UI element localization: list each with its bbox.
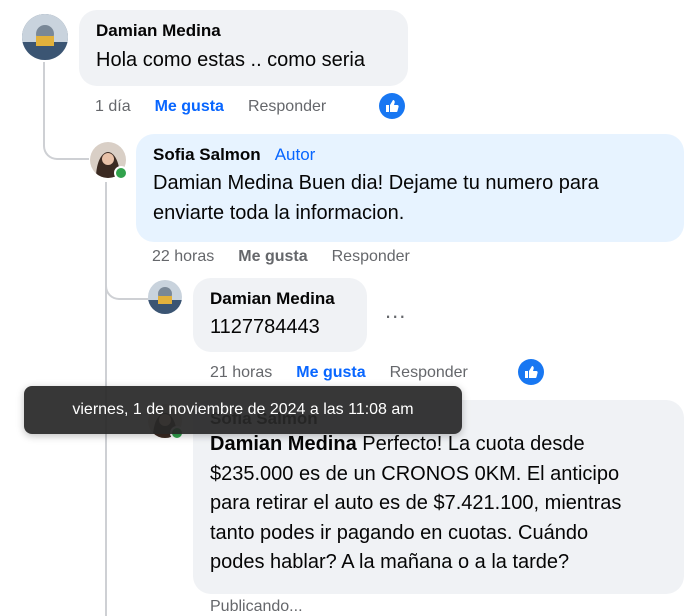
comment-text-line: para retirar el auto es de $7.421.100, m… [210,492,622,514]
comment-bubble: Sofia Salmon Autor Damian Medina Buen dia… [136,134,684,242]
avatar[interactable] [22,14,68,60]
timestamp-tooltip: viernes, 1 de noviembre de 2024 a las 11… [24,386,462,434]
mention-link[interactable]: Damian Medina [210,433,357,455]
publishing-status: Publicando... [210,598,303,615]
avatar[interactable] [148,280,182,314]
comment-actions: 1 día Me gusta Responder [95,98,326,116]
comment-timestamp[interactable]: 21 horas [210,364,272,382]
comment-text-line: enviarte toda la informacion. [153,202,405,224]
comment-text: Hola como estas .. como seria [96,49,365,71]
like-button[interactable]: Me gusta [155,98,224,116]
author-badge: Autor [274,145,316,164]
comment-text-line: Damian Medina Buen dia! Dejame tu numero… [153,172,599,194]
comment-text: 1127784443 [210,316,320,338]
comment-author[interactable]: Damian Medina [210,288,353,310]
reply-button[interactable]: Responder [390,364,468,382]
comment-actions: 21 horas Me gusta Responder [210,364,468,382]
comment-text-line: Perfecto! La cuota desde [356,433,585,455]
reply-button[interactable]: Responder [332,248,410,266]
comment-text-line: podes hablar? A la mañana o a la tarde? [210,551,570,573]
comment-actions: 22 horas Me gusta Responder [152,248,410,266]
comment-author[interactable]: Damian Medina [96,20,394,42]
like-icon[interactable] [518,359,544,385]
online-status-indicator [114,166,128,180]
like-button[interactable]: Me gusta [296,364,365,382]
comment-timestamp[interactable]: 22 horas [152,248,214,266]
thread-connector [43,120,89,160]
comment-text-line: tanto podes ir pagando en cuotas. Cuándo [210,521,589,544]
like-icon[interactable] [379,93,405,119]
reply-button[interactable]: Responder [248,98,326,116]
comment-timestamp[interactable]: 1 día [95,98,131,116]
comment-bubble: Damian Medina Hola como estas .. como se… [79,10,408,86]
thread-connector [105,268,151,300]
more-options-icon[interactable]: ... [385,298,406,324]
comment-author[interactable]: Sofia Salmon [153,145,261,164]
like-button[interactable]: Me gusta [238,248,307,266]
comment-bubble: Damian Medina 1127784443 [193,278,367,352]
comment-text: Damian Medina Perfecto! La cuota desde $… [210,430,670,578]
comment-text: Damian Medina Buen dia! Dejame tu numero… [153,168,670,228]
comment-text-line: $235.000 es de un CRONOS 0KM. El anticip… [210,462,620,485]
